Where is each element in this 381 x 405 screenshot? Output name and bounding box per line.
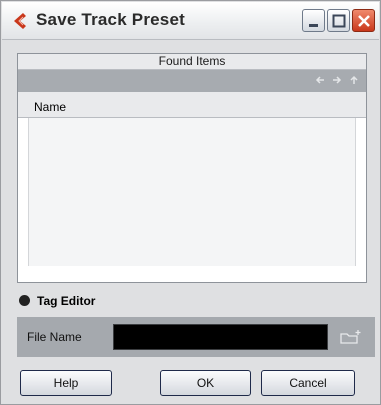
found-items-browser: Found Items Name	[17, 53, 367, 283]
cancel-button[interactable]: Cancel	[261, 370, 355, 396]
file-name-input[interactable]	[113, 324, 328, 350]
browser-toolbar	[18, 70, 366, 92]
name-column-label: Name	[34, 100, 67, 114]
file-name-bar: File Name	[17, 317, 375, 357]
ok-button[interactable]: OK	[160, 370, 251, 396]
forward-arrow-icon[interactable]	[331, 74, 343, 86]
close-icon	[358, 15, 370, 27]
tag-editor-label: Tag Editor	[37, 294, 96, 308]
results-list[interactable]	[28, 118, 356, 266]
close-button[interactable]	[352, 9, 375, 32]
back-arrow-icon[interactable]	[314, 74, 326, 86]
new-folder-icon[interactable]	[339, 328, 363, 346]
file-name-label: File Name	[27, 330, 82, 344]
up-arrow-icon[interactable]	[348, 74, 360, 86]
save-track-preset-dialog: Save Track Preset Found Items Name Tag E…	[0, 0, 381, 405]
name-column-header[interactable]: Name	[18, 92, 366, 118]
maximize-icon	[332, 14, 346, 28]
title-bar[interactable]: Save Track Preset	[2, 2, 379, 40]
found-items-header: Found Items	[18, 54, 366, 70]
window-title: Save Track Preset	[36, 10, 185, 29]
tag-editor-bullet-icon	[19, 295, 30, 306]
maximize-button[interactable]	[327, 9, 350, 32]
help-button[interactable]: Help	[20, 370, 112, 396]
cubase-logo-icon	[14, 13, 26, 29]
minimize-icon	[309, 24, 318, 27]
minimize-button[interactable]	[302, 9, 325, 32]
